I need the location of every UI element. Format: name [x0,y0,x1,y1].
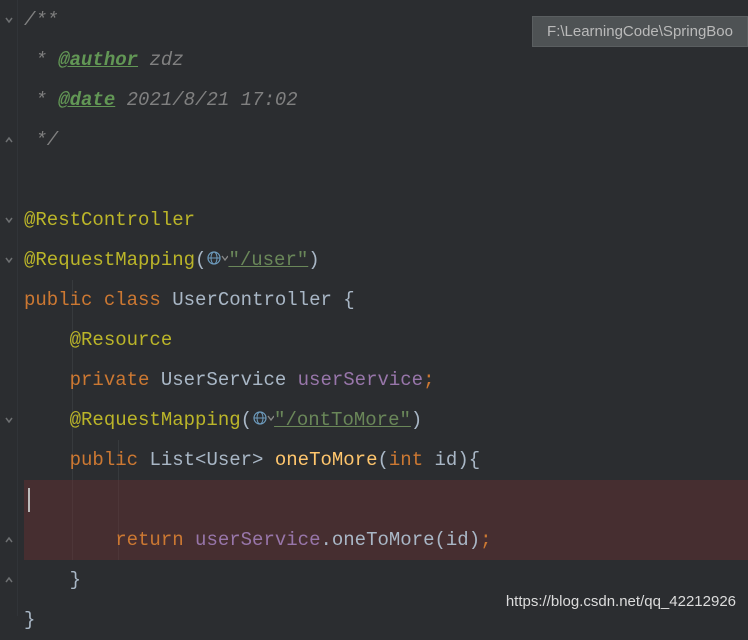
globe-icon[interactable] [252,410,274,426]
paren: ) [308,249,319,271]
string-literal: "/ontToMore" [274,409,411,431]
fold-marker-icon[interactable] [3,254,15,266]
argument: id [446,529,469,551]
paren: ( [435,529,446,551]
paren: ) [457,449,468,471]
keyword: return [115,529,195,551]
type-name: List<User> [149,449,274,471]
fold-marker-icon[interactable] [3,574,15,586]
gutter [0,0,18,616]
fold-marker-icon[interactable] [3,134,15,146]
javadoc-tag: @date [58,89,115,111]
keyword: public [24,289,104,311]
annotation: @RestController [24,209,195,231]
code-line [24,160,748,200]
param-name: id [435,449,458,471]
code-line: private UserService userService; [24,360,748,400]
code-line: @RestController [24,200,748,240]
code-line: */ [24,120,748,160]
field-name: userService [298,369,423,391]
indent [24,529,115,551]
keyword: int [389,449,435,471]
comment-text: /** [24,9,58,31]
code-editor[interactable]: /** * @author zdz * @date 2021/8/21 17:0… [0,0,748,616]
code-line-highlighted: return userService.oneToMore(id); [24,520,748,560]
keyword: public [70,449,150,471]
indent [24,329,70,351]
comment-text: * [24,49,58,71]
indent [24,569,70,591]
annotation: @Resource [70,329,173,351]
indent [24,449,70,471]
code-line: public class UserController { [24,280,748,320]
code-content[interactable]: /** * @author zdz * @date 2021/8/21 17:0… [18,0,748,616]
paren: ( [195,249,206,271]
method-name: oneToMore [275,449,378,471]
fold-marker-icon[interactable] [3,414,15,426]
semicolon: ; [480,529,491,551]
field-name: userService [195,529,320,551]
code-line: public List<User> oneToMore(int id){ [24,440,748,480]
code-line-highlighted [24,480,748,520]
paren: ) [469,529,480,551]
code-line: * @date 2021/8/21 17:02 [24,80,748,120]
keyword: private [70,369,161,391]
paren: ) [411,409,422,431]
brace: } [70,569,81,591]
annotation: @RequestMapping [24,249,195,271]
fold-marker-icon[interactable] [3,534,15,546]
brace: { [343,289,354,311]
indent [24,409,70,431]
brace: { [469,449,480,471]
javadoc-tag: @author [58,49,138,71]
comment-text: zdz [138,49,184,71]
brace: } [24,609,35,631]
code-line: @RequestMapping( "/ontToMore") [24,400,748,440]
code-line: @Resource [24,320,748,360]
class-name: UserController [172,289,343,311]
code-line: @RequestMapping( "/user") [24,240,748,280]
comment-text: 2021/8/21 17:02 [115,89,297,111]
keyword: class [104,289,172,311]
watermark-text: https://blog.csdn.net/qq_42212926 [506,593,736,610]
path-tooltip: F:\LearningCode\SpringBoo [532,16,748,47]
type-name: UserService [161,369,298,391]
text-caret [28,488,30,512]
semicolon: ; [423,369,434,391]
globe-icon[interactable] [206,250,228,266]
annotation: @RequestMapping [70,409,241,431]
method-call: oneToMore [332,529,435,551]
fold-marker-icon[interactable] [3,14,15,26]
comment-text: * [24,89,58,111]
fold-marker-icon[interactable] [3,214,15,226]
indent [24,369,70,391]
dot: . [320,529,331,551]
comment-text: */ [24,129,58,151]
paren: ( [377,449,388,471]
paren: ( [241,409,252,431]
string-literal: "/user" [228,249,308,271]
